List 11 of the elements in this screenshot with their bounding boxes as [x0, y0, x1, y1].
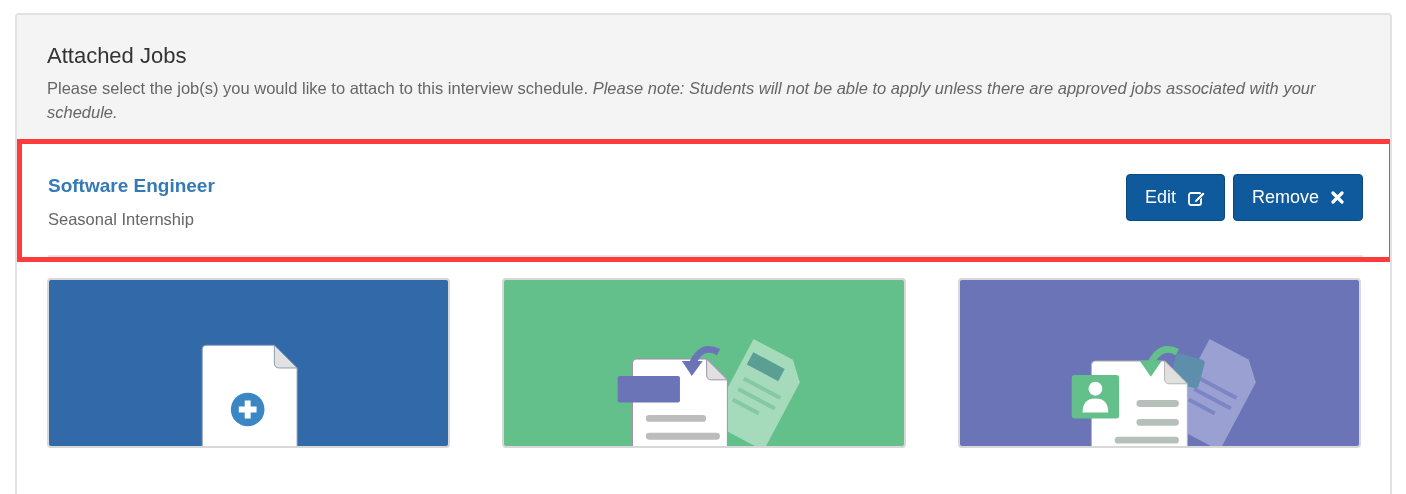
remove-button[interactable]: Remove — [1232, 174, 1363, 222]
job-type: Seasonal Internship — [48, 208, 195, 230]
new-job-tile[interactable] — [47, 278, 451, 449]
copy-job-tile[interactable] — [502, 278, 906, 449]
edit-button[interactable]: Edit — [1125, 174, 1225, 222]
edit-icon — [1187, 189, 1206, 206]
job-title-link[interactable]: Software Engineer — [48, 175, 215, 197]
section-description: Please select the job(s) you would like to attach to this interview schedule. Please note: Students will not be able to apply unless there are approved jobs associated with your schedule. — [47, 78, 1317, 124]
copy-profile-tile[interactable] — [957, 278, 1361, 449]
section-title: Attached Jobs — [47, 43, 188, 70]
close-icon — [1331, 191, 1344, 205]
